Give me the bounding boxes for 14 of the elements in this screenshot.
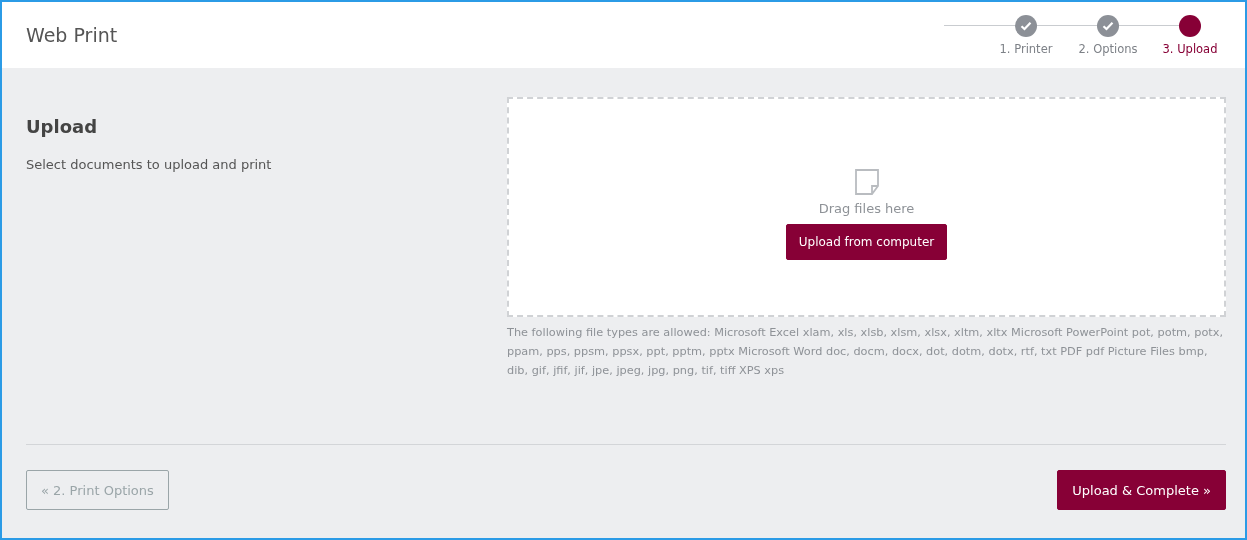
check-icon [1020,20,1032,31]
step-label: 2. Options [1078,41,1138,56]
drop-zone[interactable]: Drag files here Upload from computer [507,97,1226,317]
upload-button[interactable]: Upload from computer [785,223,948,260]
step-label: 3. Upload [1162,41,1218,56]
check-icon [1102,20,1114,31]
section-title: Upload [26,116,99,137]
allowed-types-note: The following file types are allowed: Microsoft Excel xlam, xls, xlsb, xlsm, xlsx, xltm, xltx Microsoft PowerPoint pot, potm, potx, ppam, pps, ppsm, ppsx, ppt, pptm, pptx Microsoft Word doc, docm, docx, dot, dotm, dotx, rtf, txt PDF pdf Picture Files bmp, dib, gif, jfif, jif, jpe, jpeg, jpg, png, tif, tiff XPS xps [507,325,1225,379]
section-description: Select documents to upload and print [26,157,273,172]
app-title: Web Print [26,24,118,46]
step-label: 1. Printer [999,41,1053,56]
complete-button[interactable]: Upload & Complete » [1057,470,1226,510]
document-icon [854,168,879,195]
drop-hint: Drag files here [818,200,915,216]
